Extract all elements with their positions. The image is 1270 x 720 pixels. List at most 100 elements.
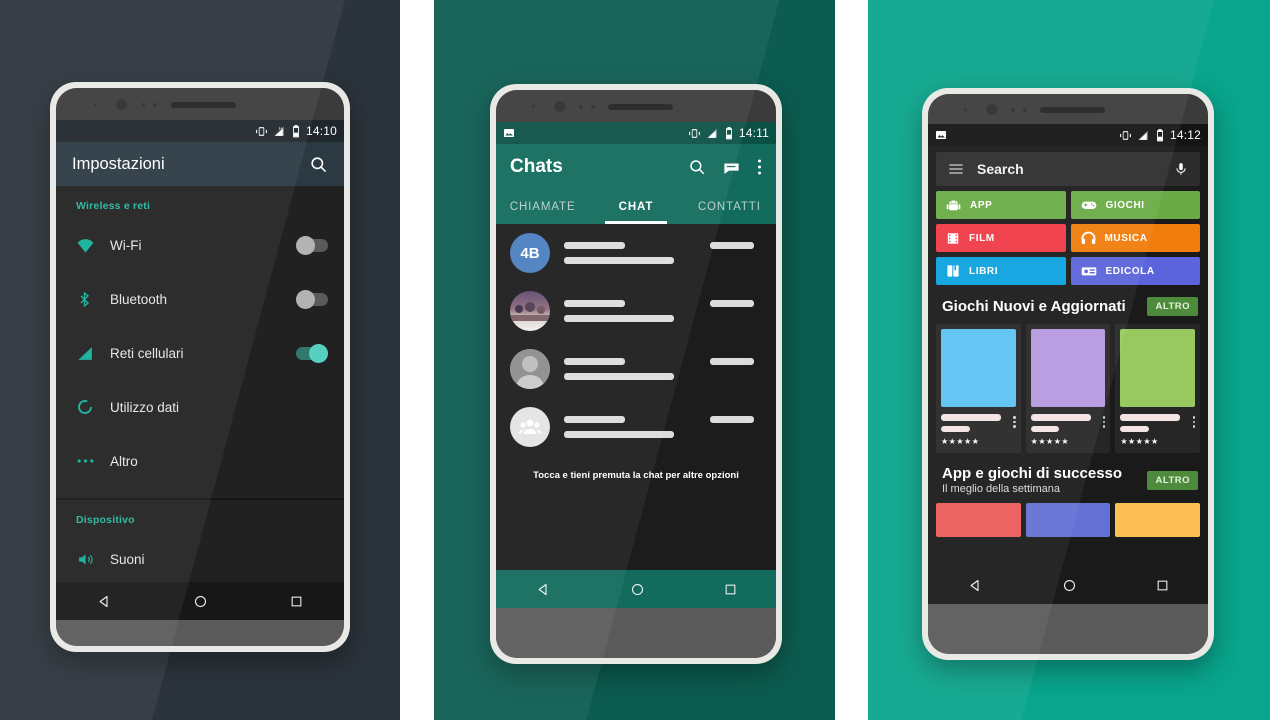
chat-name-bar <box>564 358 625 365</box>
overflow-menu-icon[interactable] <box>1102 414 1106 432</box>
chat-list-item[interactable]: 4B <box>496 224 776 282</box>
panel-settings: H 14:10 Impostazioni Wireless e reti Wi-… <box>0 0 400 720</box>
app-card[interactable]: ★★★★★ <box>936 324 1021 453</box>
tab-chat[interactable]: CHAT <box>589 190 682 224</box>
settings-label-bluetooth: Bluetooth <box>110 291 168 307</box>
chat-text-placeholder <box>564 300 696 322</box>
chats-appbar: Chats <box>496 144 776 190</box>
microphone-icon[interactable] <box>1174 161 1188 177</box>
app-thumbnail[interactable] <box>1025 503 1111 537</box>
chip-app[interactable]: APP <box>936 191 1066 219</box>
sensor-dot-5 <box>579 105 583 109</box>
home-icon[interactable] <box>1062 578 1077 593</box>
headphones-icon <box>1080 231 1096 245</box>
overflow-menu-icon[interactable] <box>757 158 762 176</box>
phone-inner-1: H 14:10 Impostazioni Wireless e reti Wi-… <box>56 88 344 646</box>
chip-musica[interactable]: MUSICA <box>1070 224 1200 252</box>
chat-list-item[interactable] <box>496 282 776 340</box>
battery-icon <box>725 126 732 139</box>
svg-text:H: H <box>279 125 282 130</box>
recents-icon[interactable] <box>724 583 737 596</box>
home-icon[interactable] <box>630 582 645 597</box>
settings-row-cellular[interactable]: Reti cellulari <box>56 326 344 380</box>
settings-label-sounds: Suoni <box>110 551 145 567</box>
more-button[interactable]: ALTRO <box>1147 470 1198 490</box>
settings-row-sounds[interactable]: Suoni <box>56 532 344 586</box>
overflow-menu-icon[interactable] <box>1192 414 1196 432</box>
app-rating-stars: ★★★★★ <box>941 437 980 446</box>
card-row-new-games: ★★★★★ ★★★★★ ★★★★★ <box>928 324 1208 453</box>
more-button[interactable]: ALTRO <box>1147 297 1198 316</box>
app-thumbnail <box>941 329 1016 407</box>
phone-inner-2: 14:11 Chats CHIAMATE CHAT CONTATTI 4B To… <box>496 90 776 658</box>
back-icon[interactable] <box>536 582 551 597</box>
chat-list-item[interactable] <box>496 398 776 456</box>
chip-label-musica: MUSICA <box>1104 232 1148 244</box>
wifi-icon <box>76 236 110 255</box>
app-rating-stars: ★★★★★ <box>1030 437 1070 446</box>
wifi-toggle-knob <box>296 235 315 255</box>
wifi-toggle[interactable] <box>296 235 328 255</box>
bluetooth-toggle[interactable] <box>296 289 328 309</box>
chip-film[interactable]: FILM <box>936 224 1066 252</box>
earpiece-speaker-1 <box>171 102 236 108</box>
search-icon[interactable] <box>688 158 706 176</box>
chip-giochi[interactable]: GIOCHI <box>1070 191 1200 219</box>
recents-icon[interactable] <box>1156 579 1169 592</box>
avatar[interactable] <box>510 291 550 331</box>
phone-frame-2: 14:11 Chats CHIAMATE CHAT CONTATTI 4B To… <box>490 84 782 664</box>
search-icon[interactable] <box>309 155 328 174</box>
settings-row-data-usage[interactable]: Utilizzo dati <box>56 380 344 434</box>
phone-bezel-bottom-2 <box>496 608 776 658</box>
section-subtitle: Il meglio della settimana <box>942 483 1061 495</box>
gamepad-icon <box>1081 201 1096 209</box>
sensor-dot-7 <box>964 108 967 111</box>
search-bar[interactable]: Search <box>936 152 1200 186</box>
front-camera-2 <box>554 101 565 112</box>
new-chat-icon[interactable] <box>722 158 741 177</box>
system-navbar-1 <box>56 582 344 620</box>
chip-label-app: APP <box>970 199 993 211</box>
chats-tabbar: CHIAMATE CHAT CONTATTI <box>496 190 776 224</box>
system-navbar-2 <box>496 570 776 608</box>
data-usage-icon <box>76 398 110 416</box>
app-thumbnail[interactable] <box>1115 503 1201 537</box>
settings-row-bluetooth[interactable]: Bluetooth <box>56 272 344 326</box>
app-card[interactable]: ★★★★★ <box>1025 324 1111 453</box>
back-icon[interactable] <box>968 578 983 593</box>
app-title-bar <box>941 414 1001 421</box>
chip-libri[interactable]: LIBRI <box>936 257 1066 285</box>
tab-chiamate[interactable]: CHIAMATE <box>496 190 589 224</box>
signal-icon <box>706 128 717 138</box>
image-icon <box>935 129 947 141</box>
app-card-meta <box>941 407 1016 432</box>
chat-list-item[interactable] <box>496 340 776 398</box>
cellular-toggle[interactable] <box>296 343 328 363</box>
app-dev-bar <box>1120 426 1149 432</box>
panel-gap-1 <box>400 0 434 720</box>
app-card[interactable]: ★★★★★ <box>1115 324 1201 453</box>
avatar[interactable] <box>510 349 550 389</box>
avatar[interactable] <box>510 407 550 447</box>
section-titles: App e giochi di successo Il meglio della… <box>942 465 1147 495</box>
tab-contatti[interactable]: CONTATTI <box>683 190 776 224</box>
chip-label-giochi: GIOCHI <box>1105 199 1145 211</box>
app-thumbnail[interactable] <box>936 503 1021 537</box>
phone-frame-1: H 14:10 Impostazioni Wireless e reti Wi-… <box>50 82 350 652</box>
back-icon[interactable] <box>97 594 112 609</box>
overflow-menu-icon[interactable] <box>1013 414 1016 432</box>
vibrate-icon <box>256 126 267 136</box>
settings-row-more[interactable]: Altro <box>56 434 344 488</box>
bluetooth-icon <box>76 290 110 309</box>
chip-edicola[interactable]: EDICOLA <box>1070 257 1200 285</box>
hamburger-icon[interactable] <box>948 163 964 175</box>
home-icon[interactable] <box>193 594 208 609</box>
phone-frame-3: 14:12 Search APP GIOCHI FILM MUSICA LIBR… <box>922 88 1214 660</box>
section-header-new-games: Giochi Nuovi e Aggiornati ALTRO <box>928 285 1208 324</box>
search-input[interactable]: Search <box>977 161 1161 177</box>
avatar[interactable]: 4B <box>510 233 550 273</box>
panel-gap-2 <box>835 0 868 720</box>
settings-row-wifi[interactable]: Wi-Fi <box>56 218 344 272</box>
recents-icon[interactable] <box>290 595 303 608</box>
panel-playstore: 14:12 Search APP GIOCHI FILM MUSICA LIBR… <box>868 0 1270 720</box>
